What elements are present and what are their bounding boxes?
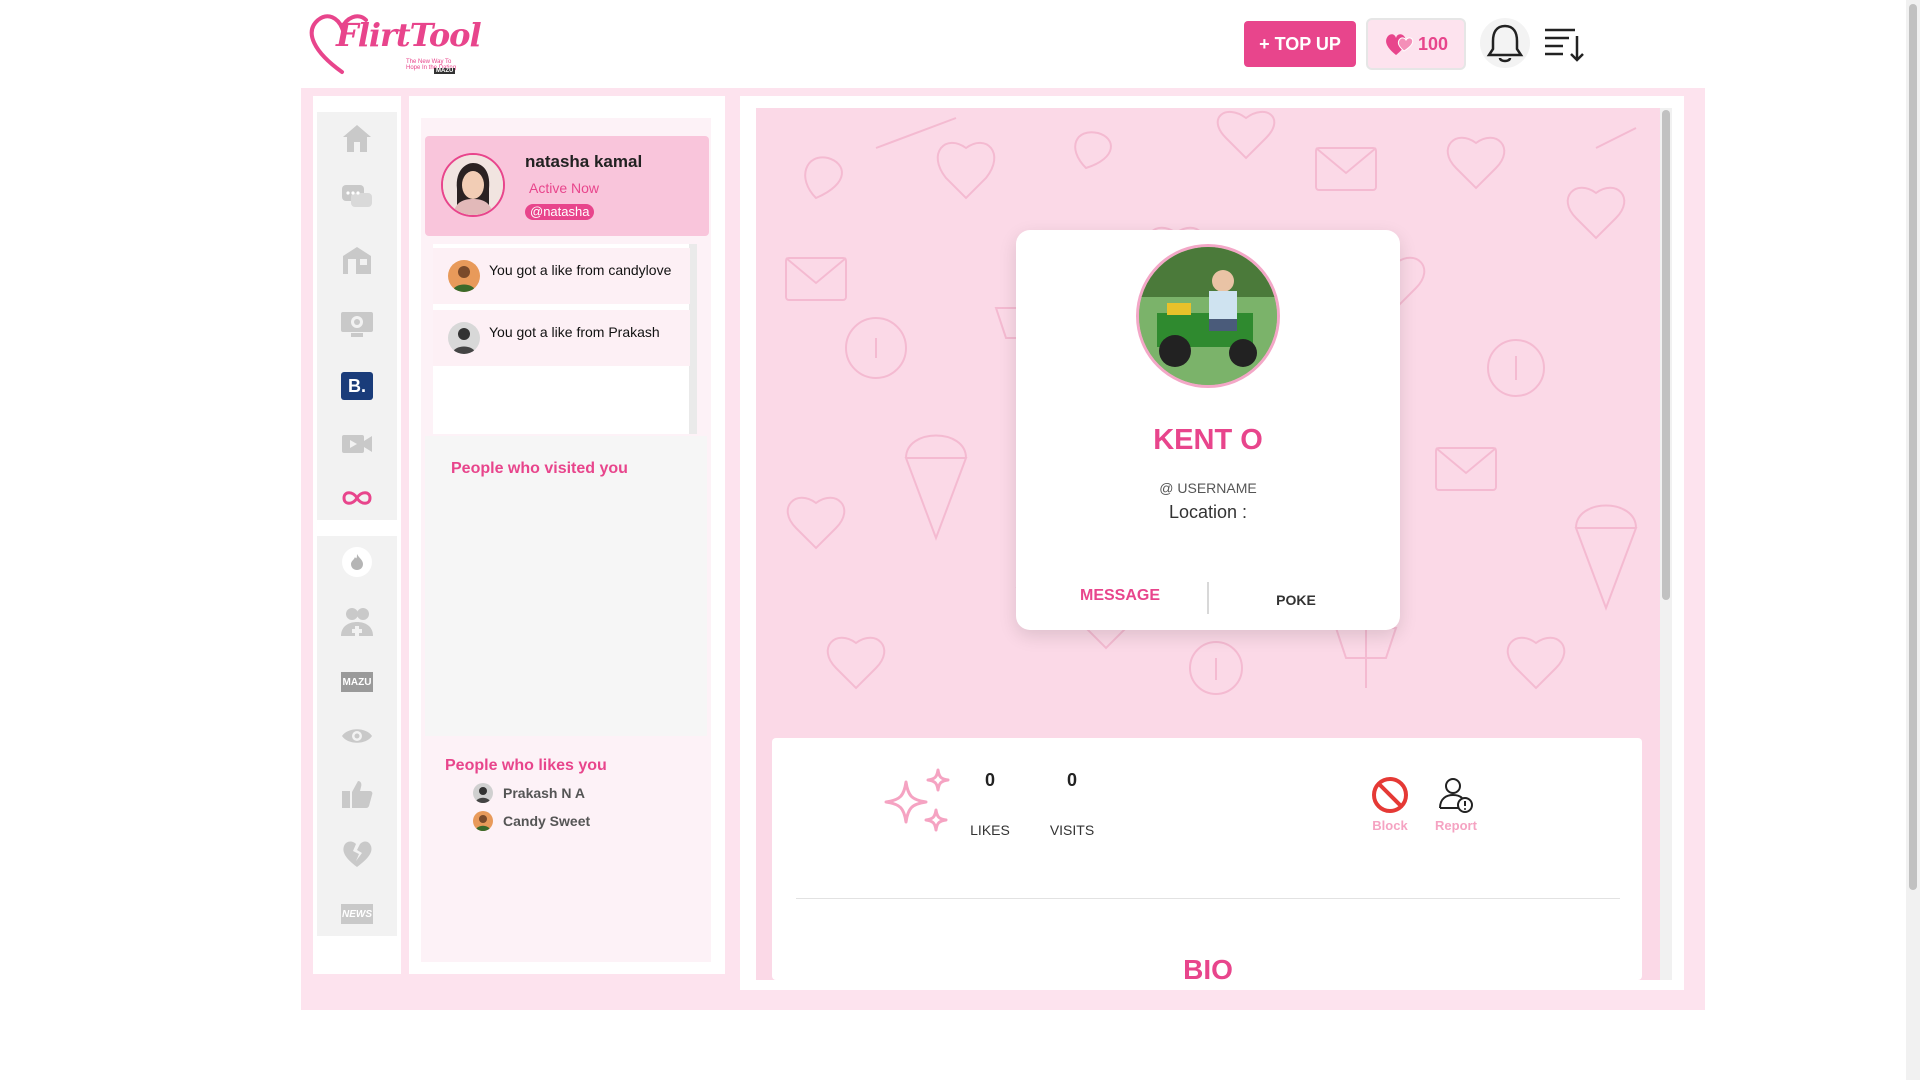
b-app-icon: B. — [341, 372, 373, 400]
logo-brand: MAZU — [434, 68, 456, 74]
sort-menu-button[interactable] — [1542, 22, 1586, 66]
video-icon — [342, 435, 372, 453]
broken-heart-icon — [343, 841, 372, 867]
liker-item[interactable]: Prakash N A — [473, 782, 585, 804]
report-user-icon — [1439, 778, 1473, 813]
visited-you-panel — [425, 436, 707, 736]
likes-label: LIKES — [970, 822, 1010, 838]
sidebar-item-news[interactable]: NEWS — [317, 892, 397, 936]
block-button[interactable]: Block — [1358, 776, 1422, 846]
user-username: @ USERNAME — [1159, 480, 1257, 496]
page-scrollbar-thumb[interactable] — [1909, 4, 1917, 890]
mazu-icon: MAZU — [341, 672, 373, 692]
liker-name: Prakash N A — [503, 785, 585, 801]
panel-bottom-edge — [756, 980, 1660, 990]
sparkle-icon — [884, 768, 950, 832]
notification-item[interactable]: You got a like from Prakash — [433, 310, 690, 366]
news-label: NEWS — [342, 908, 372, 920]
report-button[interactable]: Report — [1424, 776, 1488, 846]
message-button[interactable]: MESSAGE — [1060, 582, 1180, 610]
coin-count: 100 — [1417, 33, 1449, 54]
news-icon: NEWS — [341, 904, 373, 924]
add-friend-icon — [341, 608, 373, 636]
block-label: Block — [1372, 818, 1408, 833]
sidebar-item-webcam[interactable] — [317, 302, 397, 346]
notifications-button[interactable] — [1480, 18, 1530, 68]
liker-avatar — [473, 811, 493, 831]
my-profile-status: Active Now — [529, 180, 600, 196]
notification-avatar — [448, 322, 480, 354]
visits-count: 0 — [1066, 770, 1077, 790]
notification-text: You got a like from Prakash — [489, 324, 660, 340]
sidebar-item-visitors[interactable] — [317, 714, 397, 758]
sidebar-item-b-app[interactable]: B. — [317, 364, 397, 408]
user-location: Location : — [1168, 502, 1248, 522]
my-profile-handle: @natasha — [525, 204, 595, 220]
webcam-icon — [341, 312, 373, 337]
stats-divider — [796, 898, 1620, 899]
sidebar-item-fire[interactable] — [317, 540, 397, 584]
liker-name: Candy Sweet — [503, 813, 591, 829]
mazu-label: MAZU — [342, 676, 372, 688]
profile-scrollbar-thumb[interactable] — [1662, 110, 1670, 600]
notification-avatar — [448, 260, 480, 292]
sidebar-item-add-friend[interactable] — [317, 600, 397, 644]
notification-text: You got a like from candylove — [489, 262, 672, 278]
liker-item[interactable]: Candy Sweet — [473, 810, 590, 832]
sidebar-item-chat[interactable] — [317, 176, 397, 220]
hearts-coin-icon — [1386, 34, 1414, 55]
thumbs-up-icon — [342, 781, 373, 808]
sidebar-item-likes[interactable] — [317, 772, 397, 816]
bell-icon — [1486, 24, 1524, 63]
visited-you-title: People who visited you — [451, 460, 628, 477]
sidebar-item-shop[interactable] — [317, 238, 397, 282]
sidebar-item-mazu[interactable]: MAZU — [317, 660, 397, 704]
notification-item[interactable]: You got a like from candylove — [433, 248, 690, 304]
sidebar-item-home[interactable] — [317, 116, 397, 160]
user-name: KENT O — [1153, 424, 1263, 456]
flirttool-logo[interactable]: FlirtTool The New Way To Hope In the Dat… — [306, 10, 482, 78]
likes-count: 0 — [984, 770, 995, 790]
poke-button[interactable]: POKE — [1240, 586, 1352, 614]
shop-icon — [343, 247, 371, 274]
sidebar-item-infinity[interactable] — [317, 476, 397, 520]
fire-icon — [342, 547, 372, 577]
report-label: Report — [1435, 818, 1477, 833]
sort-menu-icon — [1545, 28, 1584, 62]
coins-button[interactable]: 100 — [1366, 18, 1466, 70]
visits-label: VISITS — [1049, 822, 1095, 838]
card-actions-divider — [1207, 582, 1209, 614]
likes-you-title: People who likes you — [445, 757, 607, 774]
my-profile-name[interactable]: natasha kamal — [525, 152, 642, 172]
my-avatar[interactable] — [441, 153, 505, 217]
eye-icon — [342, 729, 372, 743]
infinity-icon — [342, 491, 372, 505]
sidebar-item-video[interactable] — [317, 422, 397, 466]
block-icon — [1372, 777, 1408, 813]
user-avatar[interactable] — [1136, 244, 1280, 388]
logo-text: FlirtTool — [336, 16, 482, 54]
sidebar-item-dislikes[interactable] — [317, 832, 397, 876]
app-root: FlirtTool The New Way To Hope In the Dat… — [0, 0, 1920, 1080]
top-up-button[interactable]: + TOP UP — [1244, 21, 1356, 67]
chat-icon — [342, 185, 372, 207]
b-app-label: B. — [348, 375, 366, 396]
liker-avatar — [473, 783, 493, 803]
notification-scrollbar[interactable] — [689, 244, 697, 434]
home-icon — [343, 125, 371, 152]
